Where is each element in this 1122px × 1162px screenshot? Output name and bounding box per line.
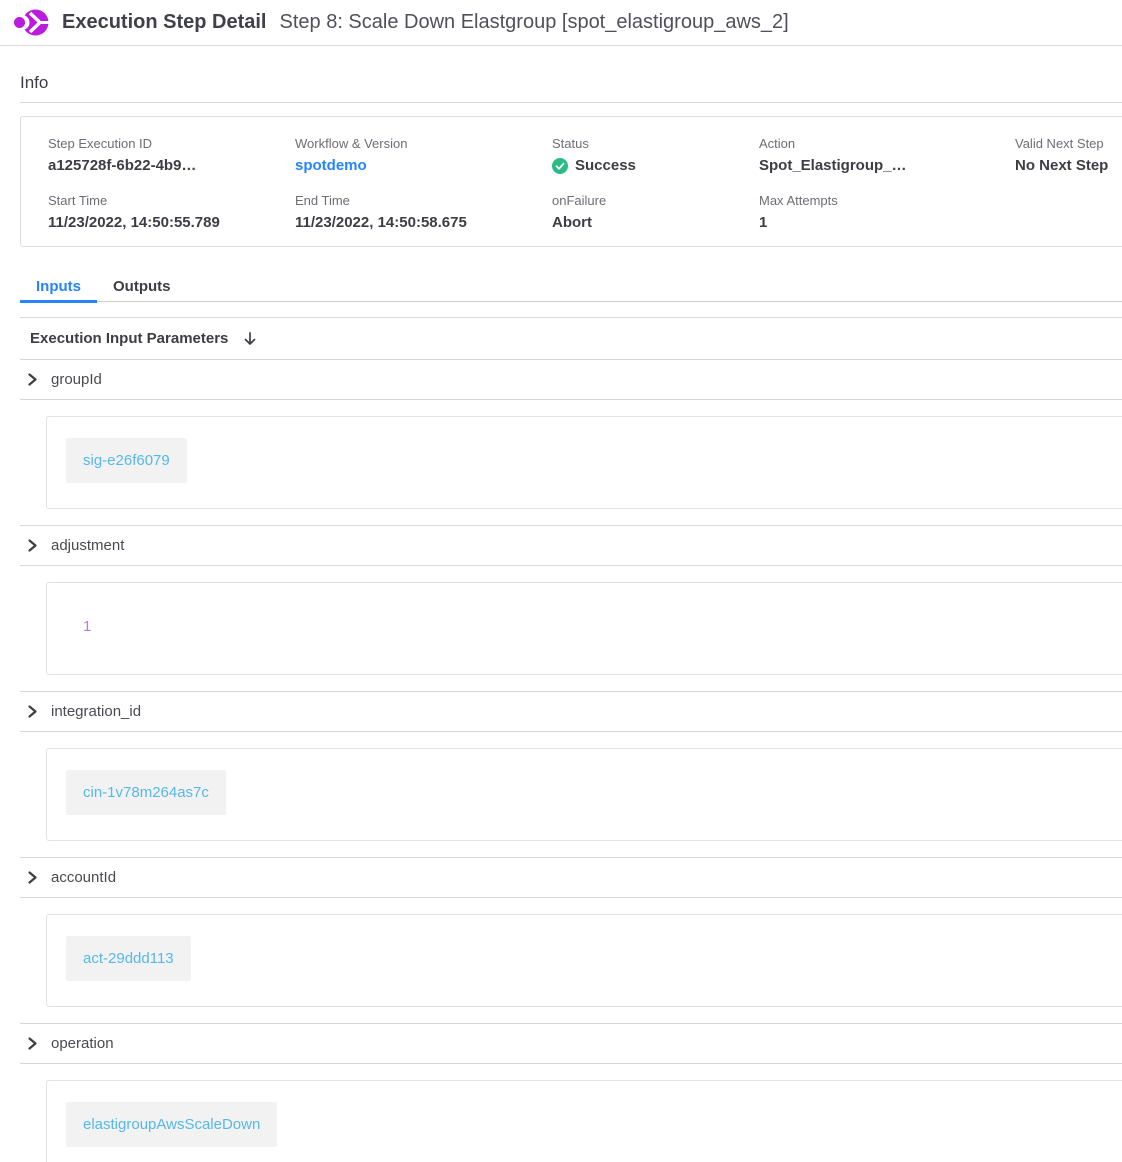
param-name-label: operation: [51, 1035, 114, 1052]
page-subtitle: Step 8: Scale Down Elastgroup [spot_elas…: [280, 11, 789, 34]
info-field: Start Time 11/23/2022, 14:50:55.789: [48, 193, 295, 231]
param-header-accountId[interactable]: accountId: [20, 858, 1122, 898]
info-card: Step Execution ID a125728f-6b22-4b9… Wor…: [20, 116, 1122, 247]
param-body: cin-1v78m264as7c: [20, 732, 1122, 858]
chevron-right-icon: [25, 372, 40, 387]
info-field-label: Action: [759, 136, 1015, 151]
param-body: sig-e26f6079: [20, 400, 1122, 526]
tab-outputs[interactable]: Outputs: [97, 272, 187, 301]
param-value-box: sig-e26f6079: [46, 416, 1122, 509]
spot-logo-icon: [14, 6, 49, 39]
param-value-box: elastigroupAwsScaleDown: [46, 1080, 1122, 1162]
info-field: Step Execution ID a125728f-6b22-4b9…: [48, 136, 295, 174]
chevron-right-icon: [25, 870, 40, 885]
param-value-chip: 1: [66, 604, 108, 649]
params-title-row: Execution Input Parameters: [20, 318, 1122, 360]
info-field: Valid Next Step No Next Step: [1015, 136, 1122, 174]
info-field: Max Attempts 1: [759, 193, 1015, 231]
param-section: integration_id cin-1v78m264as7c: [20, 692, 1122, 858]
success-check-icon: [552, 158, 568, 174]
info-field-value-text: a125728f-6b22-4b9…: [48, 157, 196, 174]
info-field-value: No Next Step: [1015, 157, 1122, 174]
info-field-value: Success: [552, 157, 759, 174]
info-field-value: Spot_Elastigroup_…: [759, 157, 1015, 174]
app-header: Execution Step Detail Step 8: Scale Down…: [0, 0, 1122, 46]
arrow-down-icon[interactable]: [242, 331, 258, 347]
param-section: adjustment 1: [20, 526, 1122, 692]
info-field-value-text: Spot_Elastigroup_…: [759, 157, 907, 174]
param-value-box: 1: [46, 582, 1122, 675]
info-field-value-text: 11/23/2022, 14:50:58.675: [295, 214, 467, 231]
param-name-label: accountId: [51, 869, 116, 886]
chevron-right-icon: [25, 1036, 40, 1051]
param-value-box: cin-1v78m264as7c: [46, 748, 1122, 841]
param-section: accountId act-29ddd113: [20, 858, 1122, 1024]
param-value-chip: act-29ddd113: [66, 936, 191, 981]
page-title: Execution Step Detail: [62, 11, 267, 34]
info-field-label: Valid Next Step: [1015, 136, 1122, 151]
info-field-value-text: spotdemo: [295, 157, 367, 174]
info-field: onFailure Abort: [552, 193, 759, 231]
chevron-right-icon: [25, 704, 40, 719]
params-list: groupId sig-e26f6079 adjustment 1 integr…: [20, 360, 1122, 1162]
param-value-chip: cin-1v78m264as7c: [66, 770, 226, 815]
param-body: 1: [20, 566, 1122, 692]
chevron-right-icon: [25, 538, 40, 553]
param-body: elastigroupAwsScaleDown: [20, 1064, 1122, 1162]
info-field: Status Success: [552, 136, 759, 174]
divider: [20, 302, 1122, 318]
tab-bar: Inputs Outputs: [20, 272, 1122, 302]
info-field-value-text: Success: [575, 157, 636, 174]
info-field: Action Spot_Elastigroup_…: [759, 136, 1015, 174]
info-field: End Time 11/23/2022, 14:50:58.675: [295, 193, 552, 231]
param-header-integration_id[interactable]: integration_id: [20, 692, 1122, 732]
info-field-value-text: 11/23/2022, 14:50:55.789: [48, 214, 220, 231]
info-field-label: Workflow & Version: [295, 136, 552, 151]
info-field-label: End Time: [295, 193, 552, 208]
param-body: act-29ddd113: [20, 898, 1122, 1024]
info-field-value: a125728f-6b22-4b9…: [48, 157, 295, 174]
param-header-groupId[interactable]: groupId: [20, 360, 1122, 400]
info-field-value: 11/23/2022, 14:50:55.789: [48, 214, 295, 231]
param-section: groupId sig-e26f6079: [20, 360, 1122, 526]
info-field: Workflow & Version spotdemo: [295, 136, 552, 174]
info-field-label: onFailure: [552, 193, 759, 208]
info-field-value-text: Abort: [552, 214, 592, 231]
param-value-chip: elastigroupAwsScaleDown: [66, 1102, 277, 1147]
info-field-value: Abort: [552, 214, 759, 231]
param-value-box: act-29ddd113: [46, 914, 1122, 1007]
param-header-adjustment[interactable]: adjustment: [20, 526, 1122, 566]
param-header-operation[interactable]: operation: [20, 1024, 1122, 1064]
info-field-label: Status: [552, 136, 759, 151]
param-name-label: groupId: [51, 371, 102, 388]
info-field-label: Start Time: [48, 193, 295, 208]
params-section-title: Execution Input Parameters: [30, 330, 228, 347]
main-content: Info Step Execution ID a125728f-6b22-4b9…: [0, 73, 1122, 1162]
param-section: operation elastigroupAwsScaleDown: [20, 1024, 1122, 1162]
info-field-value: 1: [759, 214, 1015, 231]
info-section-title: Info: [20, 73, 1122, 103]
param-name-label: adjustment: [51, 537, 124, 554]
info-field-value: spotdemo: [295, 157, 552, 174]
param-value-chip: sig-e26f6079: [66, 438, 187, 483]
header-titles: Execution Step Detail Step 8: Scale Down…: [62, 11, 789, 34]
param-name-label: integration_id: [51, 703, 141, 720]
info-field-value: 11/23/2022, 14:50:58.675: [295, 214, 552, 231]
info-field-value-text: 1: [759, 214, 767, 231]
info-field-label: Max Attempts: [759, 193, 1015, 208]
tab-inputs[interactable]: Inputs: [20, 272, 97, 303]
info-field-label: Step Execution ID: [48, 136, 295, 151]
info-field-value-text: No Next Step: [1015, 157, 1108, 174]
